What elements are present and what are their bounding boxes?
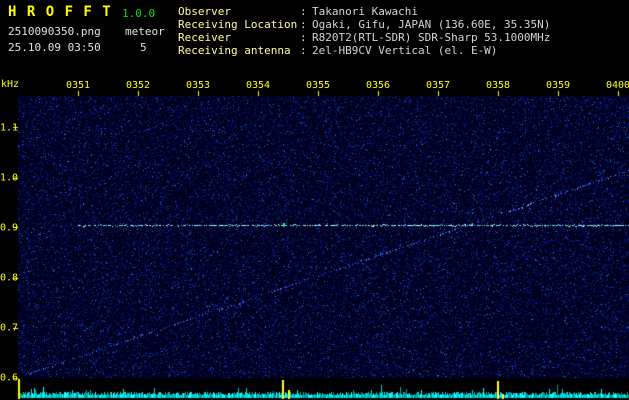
echo-count: 5 xyxy=(140,41,147,54)
info-value: 2el-HB9CV Vertical (el. E-W) xyxy=(312,44,498,57)
info-separator: : xyxy=(300,5,307,18)
info-row-receiving-antenna: Receiving antenna : 2el-HB9CV Vertical (… xyxy=(178,44,550,57)
spectrogram-canvas xyxy=(0,0,629,400)
app-version: 1.0.0 xyxy=(122,7,156,20)
output-filename: 2510090350.png xyxy=(8,25,101,38)
info-row-receiving-location: Receiving Location : Ogaki, Gifu, JAPAN … xyxy=(178,18,550,31)
info-value: Ogaki, Gifu, JAPAN (136.60E, 35.35N) xyxy=(312,18,551,31)
info-separator: : xyxy=(300,18,307,31)
info-label: Observer xyxy=(178,5,231,18)
info-value: Takanori Kawachi xyxy=(312,5,418,18)
observation-datetime: 25.10.09 03:50 xyxy=(8,41,101,54)
info-label: Receiving antenna xyxy=(178,44,291,57)
info-separator: : xyxy=(300,44,307,57)
info-label: Receiving Location xyxy=(178,18,298,31)
info-value: R820T2(RTL-SDR) SDR-Sharp 53.1000MHz xyxy=(312,31,551,44)
info-row-receiver: Receiver : R820T2(RTL-SDR) SDR-Sharp 53.… xyxy=(178,31,550,44)
info-separator: : xyxy=(300,31,307,44)
y-axis-unit-label: kHz xyxy=(1,79,20,90)
info-row-observer: Observer : Takanori Kawachi xyxy=(178,5,550,18)
hrofft-window: H R O F F T 1.0.0 2510090350.png meteor … xyxy=(0,0,629,400)
station-info: Observer : Takanori Kawachi Receiving Lo… xyxy=(178,5,550,57)
app-title: H R O F F T xyxy=(8,4,112,20)
mode-label: meteor xyxy=(125,25,165,38)
info-label: Receiver xyxy=(178,31,231,44)
